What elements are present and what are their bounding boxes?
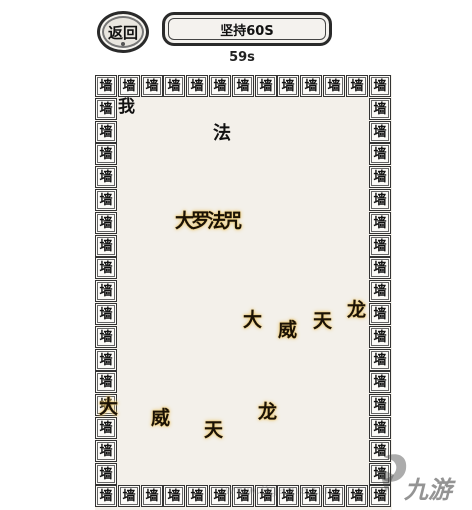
wall-tile: 墙 [95,235,117,257]
wall-tile: 墙 [118,75,140,97]
wall-tile: 墙 [300,75,322,97]
wall-tile: 墙 [95,485,117,507]
enemy-glyph-long-lower: 龙 [258,401,278,423]
wall-tile: 墙 [186,485,208,507]
wall-tile: 墙 [95,212,117,234]
wall-tile: 墙 [95,121,117,143]
wall-tile: 墙 [346,75,368,97]
wall-tile: 墙 [95,143,117,165]
enemy-glyph-tian: 天 [313,310,333,332]
wall-tile: 墙 [369,417,391,439]
wall-tile: 墙 [118,485,140,507]
wall-tile: 墙 [369,143,391,165]
wall-tile: 墙 [95,417,117,439]
spell-projectile: 大罗法咒 [175,210,242,232]
wall-tile: 墙 [209,75,231,97]
wall-tile: 墙 [95,189,117,211]
enemy-glyph-tian-lower: 天 [204,419,224,441]
back-button-label: 返回 [107,23,138,42]
wall-tile: 墙 [95,166,117,188]
enemy-glyph-da-lower: 大 [99,396,119,418]
wall-tile: 墙 [323,75,345,97]
wall-tile: 墙 [369,349,391,371]
wall-tile: 墙 [369,257,391,279]
wall-tile: 墙 [369,371,391,393]
back-button-dot [121,42,125,46]
enemy-glyph-long: 龙 [347,299,367,321]
level-title-text: 坚持60S [220,23,274,39]
wall-tile: 墙 [369,121,391,143]
wall-tile: 墙 [95,349,117,371]
wall-tile: 墙 [369,75,391,97]
wall-tile: 墙 [369,166,391,188]
wall-tile: 墙 [369,98,391,120]
playfield [95,75,392,510]
level-title: 坚持60S [162,12,332,46]
wall-tile: 墙 [163,75,185,97]
wall-tile: 墙 [95,98,117,120]
wall-tile: 墙 [369,326,391,348]
enemy-glyph-wei-lower: 威 [151,407,171,429]
enemy-glyph-wei: 威 [278,319,298,341]
wall-tile: 墙 [277,75,299,97]
countdown-timer: 59s [229,50,255,65]
wall-tile: 墙 [95,463,117,485]
wall-tile: 墙 [95,280,117,302]
wall-tile: 墙 [95,257,117,279]
watermark-brand: 九游 [404,476,452,504]
watermark-domain: www.9game.cn [225,483,329,497]
wall-tile: 墙 [369,280,391,302]
wall-tile: 墙 [369,212,391,234]
wall-tile: 墙 [95,326,117,348]
wall-tile: 墙 [186,75,208,97]
wall-tile: 墙 [163,485,185,507]
player-character[interactable]: 我 [118,99,135,116]
wall-tile: 墙 [255,75,277,97]
wall-tile: 墙 [369,235,391,257]
wall-tile: 墙 [369,303,391,325]
wall-tile: 墙 [95,440,117,462]
enemy-glyph-da: 大 [243,309,263,331]
wall-tile: 墙 [346,485,368,507]
wall-tile: 墙 [141,485,163,507]
wall-tile: 墙 [369,189,391,211]
wall-tile: 墙 [141,75,163,97]
wall-tile: 墙 [95,371,117,393]
wall-tile: 墙 [369,394,391,416]
wall-tile: 墙 [95,75,117,97]
back-button[interactable]: 返回 [97,11,149,53]
game-screen: 返回 坚持60S 59s 墙墙墙墙墙墙墙墙墙墙墙墙墙墙墙墙墙墙墙墙墙墙墙墙墙墙墙… [0,0,472,510]
wall-tile: 墙 [232,75,254,97]
wall-tile: 墙 [95,303,117,325]
fa-character: 法 [213,123,231,144]
